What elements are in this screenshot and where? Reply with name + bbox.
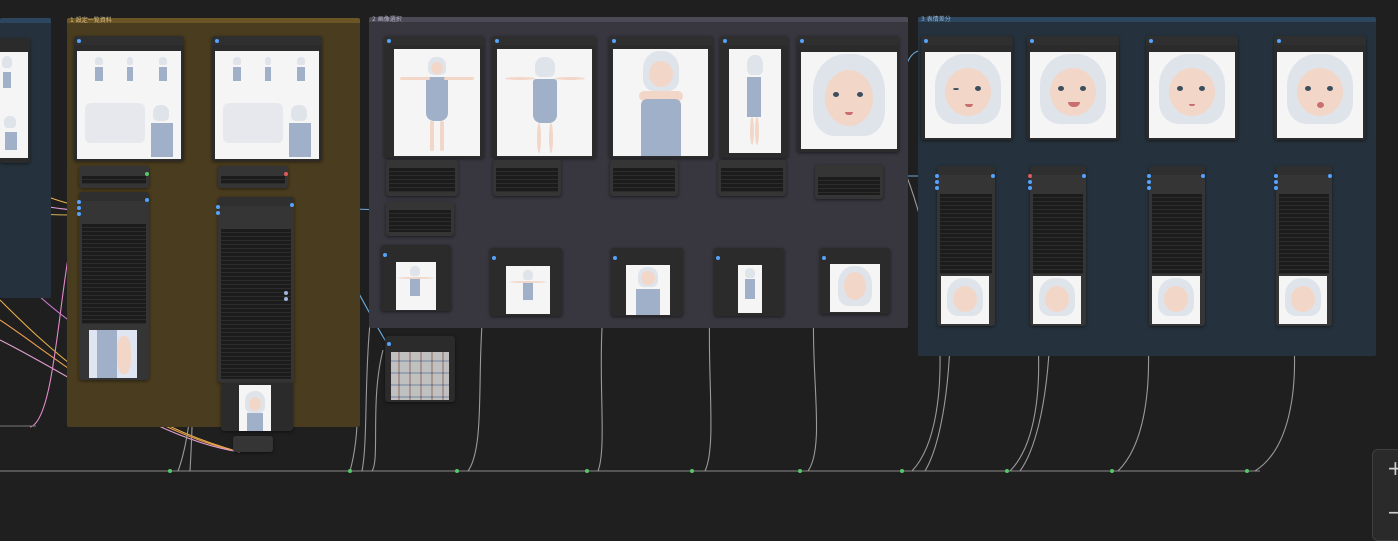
preview-image (396, 262, 436, 310)
character-front-image (394, 49, 480, 156)
bus-connector[interactable] (1005, 469, 1009, 473)
sampler-node[interactable] (1147, 166, 1205, 326)
expression-image (1030, 52, 1116, 138)
image-node-front[interactable] (384, 36, 484, 158)
character-sheet-image (215, 51, 319, 159)
group-title: 1 設定一覧資料 (70, 17, 112, 24)
bus-connector[interactable] (455, 469, 459, 473)
image-node-side[interactable] (720, 36, 788, 158)
preview-image (830, 264, 880, 312)
preview-image (1152, 276, 1200, 324)
group-title: 3 表情差分 (921, 16, 951, 23)
preview-image (738, 265, 762, 313)
expression-node-smile[interactable] (1027, 36, 1119, 140)
preview-node[interactable] (221, 383, 293, 431)
image-node-half[interactable] (609, 36, 713, 158)
preview-node[interactable] (490, 248, 562, 316)
preview-node[interactable] (611, 248, 683, 316)
preview-image (1279, 276, 1327, 324)
character-back-image (497, 49, 592, 156)
bus-connector[interactable] (798, 469, 802, 473)
image-node[interactable] (74, 36, 184, 161)
expression-image (1149, 52, 1235, 138)
sampler-node[interactable] (77, 192, 149, 380)
sampler-node[interactable] (1028, 166, 1086, 326)
bus-connector[interactable] (168, 469, 172, 473)
image-node[interactable] (0, 38, 30, 163)
zoom-controls: + − (1372, 449, 1398, 541)
preview-image (506, 266, 550, 314)
preview-node[interactable] (820, 248, 890, 314)
preview-node[interactable] (381, 245, 451, 311)
small-node[interactable] (79, 166, 149, 188)
small-node[interactable] (718, 160, 786, 196)
image-node-back[interactable] (492, 36, 596, 158)
grid-preview-node[interactable] (385, 336, 455, 402)
sampler-node[interactable] (1274, 166, 1332, 326)
small-node[interactable] (386, 202, 454, 236)
bus-connector[interactable] (900, 469, 904, 473)
preview-image (1033, 276, 1081, 324)
image-node[interactable] (212, 36, 322, 161)
character-sheet-image (77, 51, 181, 159)
zoom-out-button[interactable]: − (1387, 500, 1398, 524)
expression-node-neutral[interactable] (1146, 36, 1238, 140)
small-node[interactable] (815, 165, 883, 199)
expression-image (925, 52, 1011, 138)
bus-connector[interactable] (690, 469, 694, 473)
character-halfbody-image (613, 49, 708, 156)
zoom-in-button[interactable]: + (1387, 456, 1398, 480)
expression-image (1277, 52, 1363, 138)
expression-grid-image (391, 352, 449, 400)
small-node[interactable] (493, 160, 561, 196)
bus-connector[interactable] (1245, 469, 1249, 473)
preview-image (626, 265, 670, 315)
character-sheet-image (0, 52, 28, 158)
character-side-image (729, 49, 781, 153)
small-node[interactable] (386, 160, 458, 196)
small-node[interactable] (218, 166, 288, 188)
expression-node-surprise[interactable] (1274, 36, 1366, 140)
sampler-node[interactable] (216, 197, 294, 383)
bus-connector[interactable] (1110, 469, 1114, 473)
preview-node[interactable] (714, 248, 784, 316)
group-title: 2 画像選択 (372, 16, 402, 23)
sampler-node[interactable] (935, 166, 995, 326)
preview-image (89, 330, 137, 378)
image-node-face[interactable] (797, 36, 899, 152)
preview-image (941, 276, 989, 324)
preview-image (239, 385, 271, 431)
character-face-image (801, 52, 897, 149)
reroute-node[interactable] (233, 436, 273, 452)
expression-node-wink[interactable] (921, 36, 1013, 140)
small-node[interactable] (610, 160, 678, 196)
bus-connector[interactable] (585, 469, 589, 473)
bus-connector[interactable] (348, 469, 352, 473)
